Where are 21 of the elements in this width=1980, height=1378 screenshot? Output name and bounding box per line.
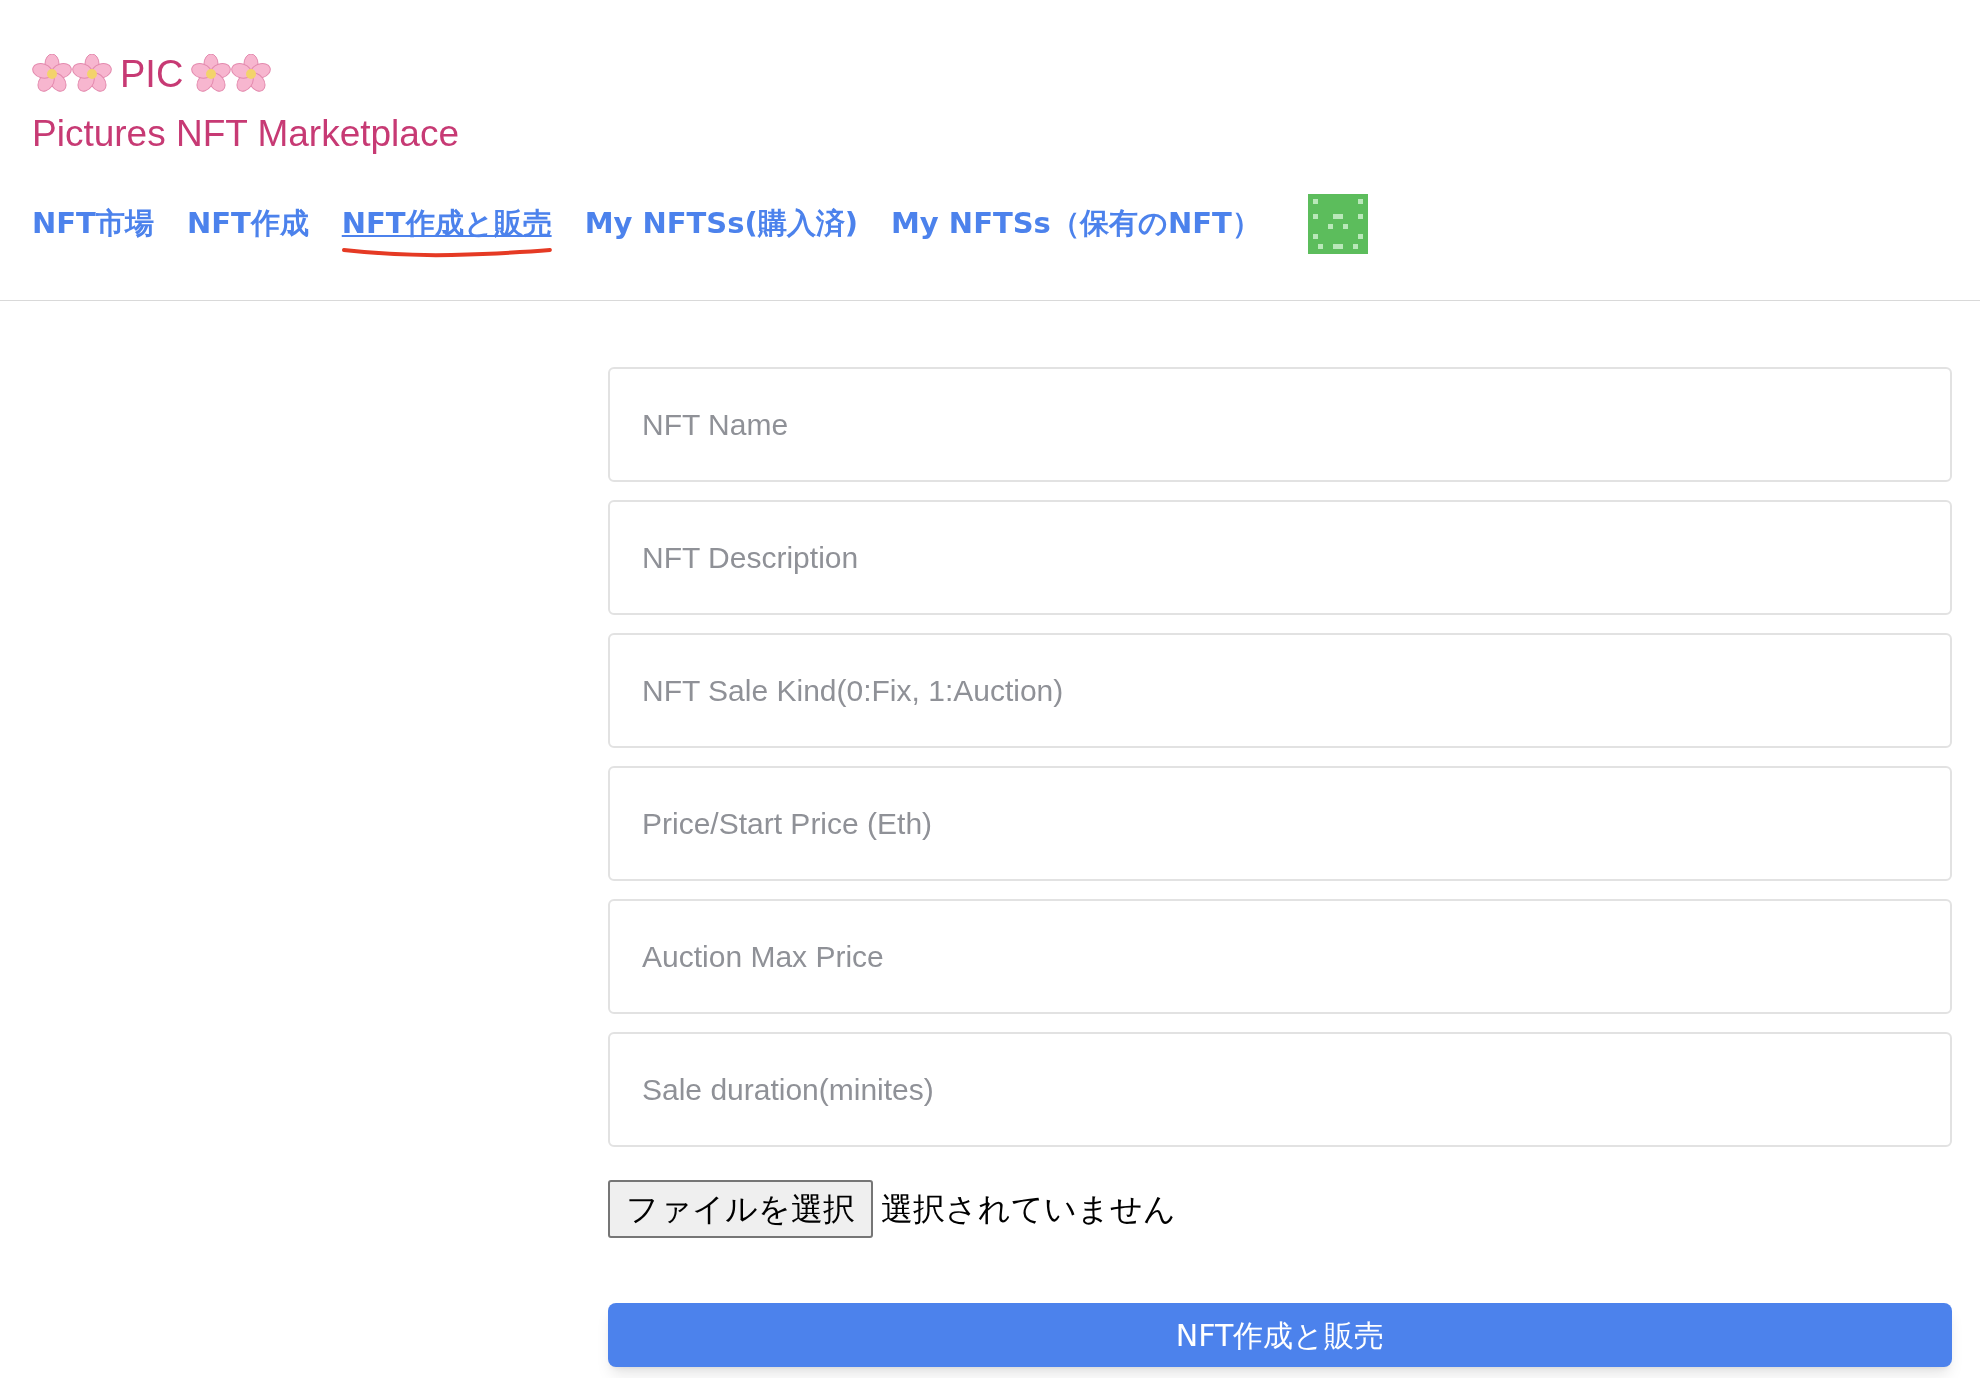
flower-icon (32, 54, 72, 94)
identicon-avatar-icon (1307, 193, 1368, 254)
input-field[interactable]: Sale duration(minites) (608, 1032, 1952, 1147)
input-field[interactable]: NFT Sale Kind(0:Fix, 1:Auction) (608, 633, 1952, 748)
nav-link[interactable]: NFT市場 (32, 201, 154, 246)
nav-link[interactable]: My NFTSs(購入済) (584, 201, 858, 246)
file-choose-button[interactable]: ファイルを選択 (608, 1180, 873, 1238)
site-subtitle: Pictures NFT Marketplace (32, 112, 460, 156)
input-field[interactable]: Auction Max Price (608, 899, 1952, 1014)
input-field[interactable]: NFT Description (608, 500, 1952, 615)
flower-icon (231, 54, 272, 94)
submit-button[interactable]: NFT作成と販売 (608, 1303, 1952, 1367)
input-field[interactable]: Price/Start Price (Eth) (608, 766, 1952, 881)
flower-icon (72, 54, 112, 94)
input-field[interactable]: NFT Name (608, 367, 1952, 482)
nav-link[interactable]: My NFTSs（保有のNFT） (891, 201, 1261, 246)
nav-link[interactable]: NFT作成と販売 (341, 201, 552, 246)
file-status: 選択されていません (881, 1189, 1176, 1230)
site-title: PIC (120, 51, 184, 97)
nav-link[interactable]: NFT作成 (186, 201, 309, 246)
flower-icon (191, 54, 232, 94)
